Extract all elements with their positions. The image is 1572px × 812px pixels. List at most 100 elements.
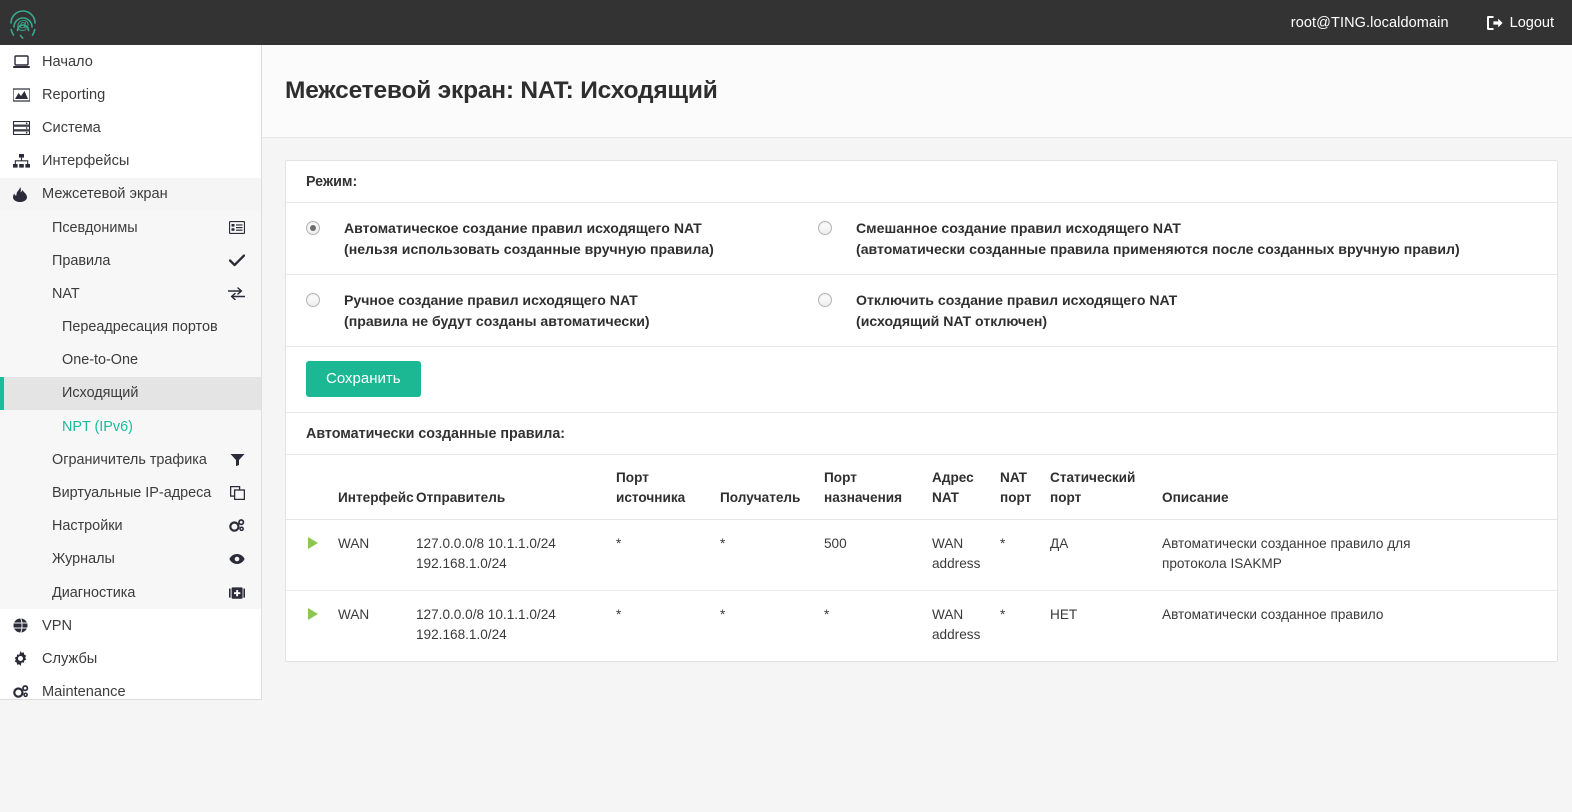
- auto-rules-tbody: WAN 127.0.0.0/8 10.1.1.0/24 192.168.1.0/…: [286, 520, 1557, 662]
- mode-option-automatic-line2: (нельзя использовать созданные вручную п…: [344, 239, 714, 260]
- mode-option-disabled[interactable]: Отключить создание правил исходящего NAT…: [798, 275, 1538, 346]
- sidebar-item-vpn-label: VPN: [42, 618, 72, 634]
- mode-radio-hybrid[interactable]: [818, 221, 832, 235]
- sidebar-item-settings-label: Настройки: [52, 518, 229, 534]
- row-nat-address: WAN address: [932, 591, 1000, 662]
- chart-area-icon: [13, 88, 34, 102]
- col-header-nat-address-l1: Адрес: [932, 468, 992, 488]
- row-nat-address-line2: address: [932, 625, 992, 645]
- col-header-static-port: Статический порт: [1050, 455, 1162, 520]
- row-nat-port: *: [1000, 520, 1050, 591]
- sidebar-item-rules[interactable]: Правила: [0, 244, 261, 277]
- mode-option-disabled-line2: (исходящий NAT отключен): [856, 311, 1177, 332]
- sidebar-item-one-to-one-label: One-to-One: [62, 352, 245, 368]
- logout-button[interactable]: Logout: [1487, 15, 1554, 31]
- main-content: Межсетевой экран: NAT: Исходящий Режим: …: [262, 45, 1572, 812]
- logout-icon: [1487, 16, 1503, 30]
- cogs-icon: [229, 519, 245, 533]
- sidebar-item-home-label: Начало: [42, 54, 93, 70]
- mode-radio-automatic[interactable]: [306, 221, 320, 235]
- svg-text:@: @: [17, 17, 30, 32]
- mode-option-hybrid-line2: (автоматически созданные правила применя…: [856, 239, 1460, 260]
- col-header-interface: Интерфейс: [338, 455, 416, 520]
- sidebar-item-nat[interactable]: NAT: [0, 277, 261, 310]
- row-interface: WAN: [338, 591, 416, 662]
- sidebar-item-npt-ipv6-label: NPT (IPv6): [62, 419, 245, 435]
- sidebar-item-interfaces[interactable]: Интерфейсы: [0, 145, 261, 178]
- mode-option-manual-line1: Ручное создание правил исходящего NAT: [344, 290, 650, 311]
- check-icon: [229, 254, 245, 267]
- sidebar-item-port-forward[interactable]: Переадресация портов: [0, 311, 261, 344]
- sidebar-item-diagnostics[interactable]: Диагностика: [0, 576, 261, 609]
- sidebar-item-traffic-shaper[interactable]: Ограничитель трафика: [0, 443, 261, 476]
- mode-option-manual[interactable]: Ручное создание правил исходящего NAT (п…: [286, 275, 798, 346]
- play-triangle-icon[interactable]: [308, 608, 318, 620]
- row-expand-cell[interactable]: [286, 591, 338, 662]
- mode-row-2: Ручное создание правил исходящего NAT (п…: [286, 275, 1557, 347]
- table-row[interactable]: WAN 127.0.0.0/8 10.1.1.0/24 192.168.1.0/…: [286, 591, 1557, 662]
- mode-option-automatic[interactable]: Автоматическое создание правил исходящег…: [286, 203, 798, 274]
- sidebar-item-traffic-shaper-label: Ограничитель трафика: [52, 452, 230, 468]
- sidebar-item-nat-label: NAT: [52, 286, 228, 302]
- page-title: Межсетевой экран: NAT: Исходящий: [285, 77, 718, 105]
- sidebar-item-rules-label: Правила: [52, 253, 229, 269]
- eye-icon: [229, 553, 245, 565]
- col-header-nat-address: Адрес NAT: [932, 455, 1000, 520]
- row-nat-address-line1: WAN: [932, 534, 992, 554]
- table-row[interactable]: WAN 127.0.0.0/8 10.1.1.0/24 192.168.1.0/…: [286, 520, 1557, 591]
- col-header-destination-port: Порт назначения: [824, 455, 932, 520]
- play-triangle-icon[interactable]: [308, 537, 318, 549]
- mode-option-manual-text: Ручное создание правил исходящего NAT (п…: [344, 290, 650, 332]
- sidebar-item-vpn[interactable]: VPN: [0, 609, 261, 642]
- mode-option-automatic-text: Автоматическое создание правил исходящег…: [344, 218, 714, 260]
- col-header-source-port-l2: источника: [616, 488, 712, 508]
- row-destination-port: *: [824, 591, 932, 662]
- save-button[interactable]: Сохранить: [306, 361, 421, 397]
- sidebar-item-firewall[interactable]: Межсетевой экран: [0, 178, 261, 211]
- sidebar-item-virtual-ips-label: Виртуальные IP-адреса: [52, 485, 230, 501]
- mode-row-1: Автоматическое создание правил исходящег…: [286, 203, 1557, 275]
- auto-rules-heading: Автоматически созданные правила:: [286, 413, 1557, 455]
- mode-radio-manual[interactable]: [306, 293, 320, 307]
- sidebar-item-home[interactable]: Начало: [0, 45, 261, 78]
- sidebar-item-aliases[interactable]: Псевдонимы: [0, 211, 261, 244]
- sidebar-item-services[interactable]: Службы: [0, 642, 261, 675]
- app-logo[interactable]: @: [0, 0, 46, 45]
- col-header-nat-port-l2: порт: [1000, 488, 1042, 508]
- sidebar-item-npt-ipv6[interactable]: NPT (IPv6): [0, 410, 261, 443]
- fingerprint-at-logo-icon: @: [8, 7, 38, 39]
- sidebar-item-outbound[interactable]: Исходящий: [0, 377, 261, 410]
- exchange-icon: [228, 287, 245, 300]
- row-nat-address-line2: address: [932, 554, 992, 574]
- sidebar-item-maintenance[interactable]: Maintenance: [0, 676, 261, 700]
- sidebar-item-virtual-ips[interactable]: Виртуальные IP-адреса: [0, 476, 261, 509]
- cogs-icon: [13, 685, 34, 699]
- row-description-line1: Автоматически созданное правило: [1162, 605, 1549, 625]
- logout-label: Logout: [1510, 15, 1554, 31]
- mode-option-hybrid-text: Смешанное создание правил исходящего NAT…: [856, 218, 1460, 260]
- sidebar-item-logs[interactable]: Журналы: [0, 543, 261, 576]
- auto-rules-thead: Интерфейс Отправитель Порт источника Пол…: [286, 455, 1557, 520]
- save-row: Сохранить: [286, 347, 1557, 413]
- sidebar-item-one-to-one[interactable]: One-to-One: [0, 344, 261, 377]
- col-header-nat-port: NAT порт: [1000, 455, 1050, 520]
- mode-option-disabled-text: Отключить создание правил исходящего NAT…: [856, 290, 1177, 332]
- sidebar-item-reporting[interactable]: Reporting: [0, 78, 261, 111]
- sidebar-item-outbound-label: Исходящий: [62, 385, 245, 401]
- row-source: 127.0.0.0/8 10.1.1.0/24 192.168.1.0/24: [416, 520, 616, 591]
- row-nat-address: WAN address: [932, 520, 1000, 591]
- sidebar-item-logs-label: Журналы: [52, 551, 229, 567]
- mode-radio-disabled[interactable]: [818, 293, 832, 307]
- col-header-nat-address-l2: NAT: [932, 488, 992, 508]
- globe-icon: [13, 618, 34, 633]
- auto-rules-header-row: Интерфейс Отправитель Порт источника Пол…: [286, 455, 1557, 520]
- mode-option-manual-line2: (правила не будут созданы автоматически): [344, 311, 650, 332]
- sidebar-item-settings[interactable]: Настройки: [0, 510, 261, 543]
- row-destination: *: [720, 591, 824, 662]
- mode-option-hybrid[interactable]: Смешанное создание правил исходящего NAT…: [798, 203, 1538, 274]
- sidebar-item-system[interactable]: Система: [0, 111, 261, 144]
- col-header-source: Отправитель: [416, 455, 616, 520]
- sidebar-item-port-forward-label: Переадресация портов: [62, 319, 245, 335]
- col-header-static-port-l1: Статический: [1050, 468, 1154, 488]
- row-expand-cell[interactable]: [286, 520, 338, 591]
